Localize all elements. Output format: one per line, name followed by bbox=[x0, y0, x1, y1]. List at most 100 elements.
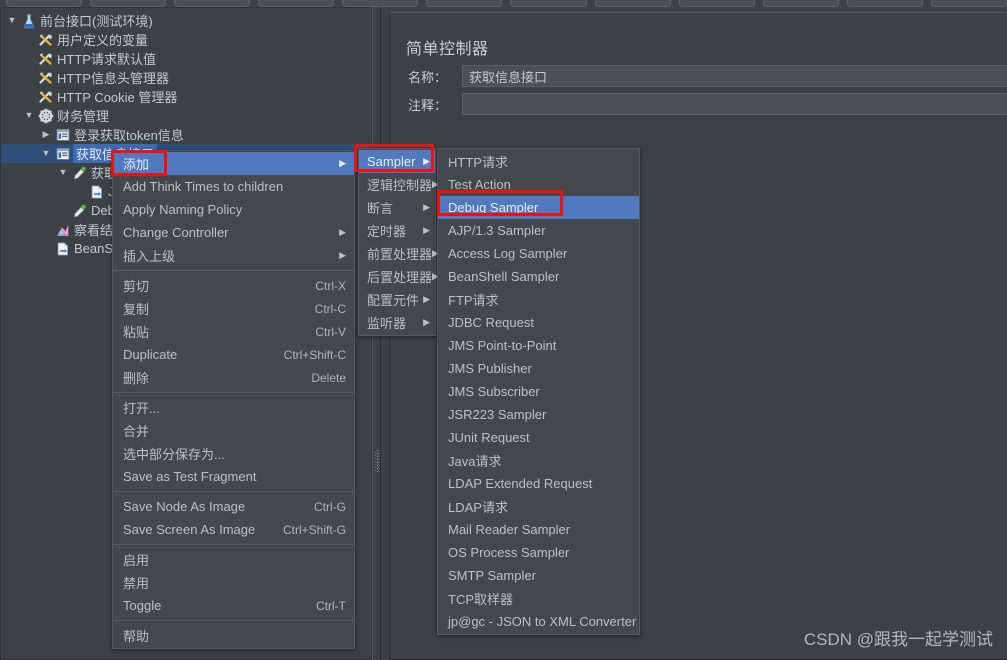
menu-item[interactable]: JMS Point-to-Point bbox=[438, 334, 639, 357]
menu-item[interactable]: Toggle Ctrl-T bbox=[113, 594, 354, 617]
menu-item[interactable]: 复制 Ctrl-C bbox=[113, 297, 354, 320]
menu-item[interactable]: JMS Subscriber bbox=[438, 380, 639, 403]
name-input[interactable] bbox=[462, 65, 1007, 87]
menu-item[interactable]: LDAP Extended Request bbox=[438, 472, 639, 495]
menu-item-label: Apply Naming Policy bbox=[123, 202, 243, 217]
menu-item-label: OS Process Sampler bbox=[448, 545, 570, 560]
menu-item[interactable]: JSR223 Sampler bbox=[438, 403, 639, 426]
tree-node[interactable]: ▼ 财务管理 bbox=[1, 106, 371, 125]
menu-item[interactable]: Java请求 bbox=[438, 449, 639, 472]
sampler-submenu[interactable]: HTTP请求 Test Action Debug Sampler AJP/1.3 Sa… bbox=[437, 148, 640, 635]
splitter-grip-icon[interactable] bbox=[375, 450, 380, 472]
post-processor-icon bbox=[87, 184, 107, 200]
menu-item[interactable]: FTP请求 bbox=[438, 288, 639, 311]
sampler-icon bbox=[70, 165, 90, 181]
tree-node[interactable]: ▶HTTP信息头管理器 bbox=[1, 68, 371, 87]
menu-item[interactable]: Test Action bbox=[438, 173, 639, 196]
tree-node-label: 财务管理 bbox=[57, 109, 110, 124]
toolbar-button-collapse[interactable] bbox=[678, 0, 755, 7]
tree-node-label: HTTP Cookie 管理器 bbox=[57, 90, 178, 105]
menu-item[interactable]: 后置处理器 ▶ bbox=[359, 265, 439, 288]
submenu-arrow-icon: ▶ bbox=[423, 225, 430, 235]
menu-item[interactable]: 启用 bbox=[113, 548, 354, 571]
menu-item[interactable]: SMTP Sampler bbox=[438, 564, 639, 587]
toolbar-button-expand[interactable] bbox=[594, 0, 671, 7]
menu-item-label: Save Node As Image bbox=[123, 499, 246, 514]
menu-separator bbox=[113, 544, 354, 545]
menu-item-label: Save Screen As Image bbox=[123, 522, 256, 537]
menu-item[interactable]: Mail Reader Sampler bbox=[438, 518, 639, 541]
menu-item[interactable]: jp@gc - JSON to XML Converter bbox=[438, 610, 639, 633]
menu-item-label: 插入上级 bbox=[123, 249, 176, 264]
menu-item[interactable]: Debug Sampler bbox=[438, 196, 639, 219]
toolbar-button-templates[interactable] bbox=[90, 0, 167, 7]
menu-item[interactable]: Save Screen As Image Ctrl+Shift-G bbox=[113, 518, 354, 541]
menu-item[interactable]: OS Process Sampler bbox=[438, 541, 639, 564]
menu-item[interactable]: 选中部分保存为... bbox=[113, 442, 354, 465]
menu-item[interactable]: Access Log Sampler bbox=[438, 242, 639, 265]
menu-separator bbox=[113, 270, 354, 271]
tree-node[interactable]: ▼ 前台接口(测试环境) bbox=[1, 11, 371, 30]
tree-node[interactable]: ▶ 登录获取token信息 bbox=[1, 125, 371, 144]
toolbar-button-start[interactable] bbox=[846, 0, 923, 7]
tree-expand-arrow-icon[interactable]: ▼ bbox=[22, 106, 36, 125]
tree-context-menu[interactable]: 添加 ▶ Add Think Times to children Apply Nami… bbox=[112, 150, 355, 649]
menu-item-label: 帮助 bbox=[123, 629, 150, 644]
menu-item[interactable]: AJP/1.3 Sampler bbox=[438, 219, 639, 242]
menu-item-label: Change Controller bbox=[123, 225, 229, 240]
toolbar-button-paste[interactable] bbox=[510, 0, 587, 7]
menu-item[interactable]: 打开... bbox=[113, 396, 354, 419]
menu-item-label: 断言 bbox=[367, 201, 394, 216]
tree-expand-arrow-icon[interactable]: ▼ bbox=[56, 163, 70, 182]
tree-expand-arrow-icon[interactable]: ▼ bbox=[39, 144, 53, 163]
tree-collapse-arrow-icon[interactable]: ▶ bbox=[39, 125, 53, 144]
toolbar-button-open[interactable] bbox=[174, 0, 251, 7]
menu-item-label: JSR223 Sampler bbox=[448, 407, 547, 422]
comment-input[interactable] bbox=[462, 93, 1007, 115]
toolbar-button-copy[interactable] bbox=[426, 0, 503, 7]
menu-item[interactable]: JMS Publisher bbox=[438, 357, 639, 380]
menu-item[interactable]: TCP取样器 bbox=[438, 587, 639, 610]
menu-item[interactable]: 粘贴 Ctrl-V bbox=[113, 320, 354, 343]
menu-item[interactable]: 禁用 bbox=[113, 571, 354, 594]
menu-item[interactable]: 合并 bbox=[113, 419, 354, 442]
menu-item[interactable]: 删除 Delete bbox=[113, 366, 354, 389]
menu-item[interactable]: 插入上级 ▶ bbox=[113, 244, 354, 267]
menu-item[interactable]: 剪切 Ctrl-X bbox=[113, 274, 354, 297]
menu-item[interactable]: Save as Test Fragment bbox=[113, 465, 354, 488]
menu-item[interactable]: Change Controller ▶ bbox=[113, 221, 354, 244]
menu-item[interactable]: JUnit Request bbox=[438, 426, 639, 449]
tree-node[interactable]: ▶HTTP请求默认值 bbox=[1, 49, 371, 68]
tree-node[interactable]: ▶用户定义的变量 bbox=[1, 30, 371, 49]
menu-item[interactable]: 监听器 ▶ bbox=[359, 311, 435, 334]
toolbar-button-save[interactable] bbox=[258, 0, 335, 7]
menu-item[interactable]: Apply Naming Policy bbox=[113, 198, 354, 221]
menu-item[interactable]: 添加 ▶ bbox=[113, 152, 354, 175]
toolbar-button-stop[interactable] bbox=[930, 0, 1007, 7]
menu-item[interactable]: 前置处理器 ▶ bbox=[359, 242, 439, 265]
menu-item[interactable]: Add Think Times to children bbox=[113, 175, 354, 198]
tree-node-label: HTTP请求默认值 bbox=[57, 52, 156, 67]
menu-item[interactable]: BeanShell Sampler bbox=[438, 265, 639, 288]
menu-item[interactable]: 逻辑控制器 ▶ bbox=[359, 173, 439, 196]
add-submenu[interactable]: Sampler ▶ 逻辑控制器 ▶ 断言 ▶ 定时器 ▶ 前置处理器 ▶ 后置处理器 ▶ 配置元件 ▶ 监听… bbox=[358, 148, 439, 336]
tree-expand-arrow-icon[interactable]: ▼ bbox=[5, 11, 19, 30]
toolbar-button-toggle[interactable] bbox=[762, 0, 839, 7]
menu-item[interactable]: Sampler ▶ bbox=[359, 150, 435, 173]
menu-item[interactable]: LDAP请求 bbox=[438, 495, 639, 518]
menu-item-label: Duplicate bbox=[123, 347, 178, 362]
toolbar-button-cut[interactable] bbox=[342, 0, 419, 7]
menu-item-label: 启用 bbox=[123, 553, 150, 568]
menu-item[interactable]: Duplicate Ctrl+Shift-C bbox=[113, 343, 354, 366]
config-element-icon bbox=[36, 89, 56, 105]
tree-node[interactable]: ▶HTTP Cookie 管理器 bbox=[1, 87, 371, 106]
menu-item[interactable]: JDBC Request bbox=[438, 311, 639, 334]
menu-item[interactable]: HTTP请求 bbox=[438, 150, 639, 173]
toolbar-button-new[interactable] bbox=[6, 0, 83, 7]
menu-item-label: 打开... bbox=[123, 401, 160, 416]
menu-item[interactable]: 定时器 ▶ bbox=[359, 219, 435, 242]
menu-item[interactable]: 配置元件 ▶ bbox=[359, 288, 435, 311]
menu-item[interactable]: Save Node As Image Ctrl-G bbox=[113, 495, 354, 518]
menu-item[interactable]: 帮助 bbox=[113, 624, 354, 647]
menu-item[interactable]: 断言 ▶ bbox=[359, 196, 435, 219]
